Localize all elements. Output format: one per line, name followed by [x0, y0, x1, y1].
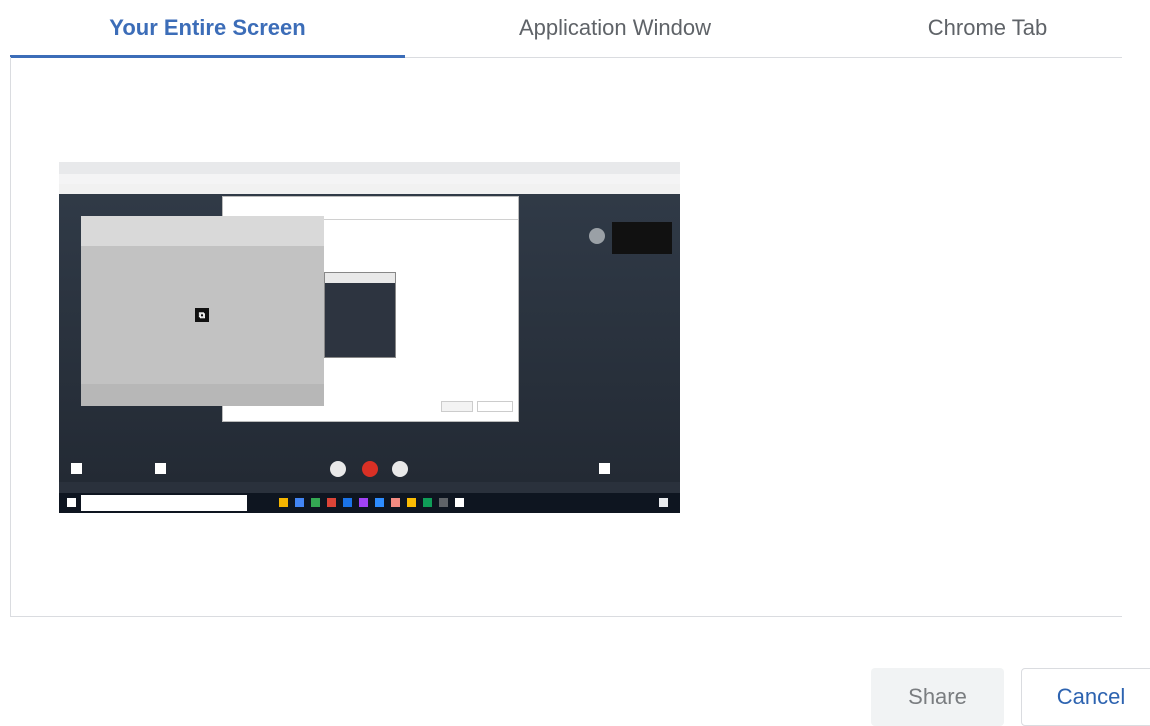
share-button[interactable]: Share — [871, 668, 1004, 726]
thumbnail-share-button — [441, 401, 473, 412]
thumbnail-taskbar-icon — [327, 498, 336, 507]
thumbnail-notification-icon — [659, 498, 668, 507]
thumbnail-taskbar — [59, 493, 680, 513]
thumbnail-camera-icon — [392, 461, 408, 477]
thumbnail-taskbar-icon — [439, 498, 448, 507]
thumbnail-start-icon — [67, 498, 76, 507]
thumbnail-nested-topbar — [325, 273, 395, 283]
thumbnail-ctrl-icon — [599, 463, 610, 474]
thumbnail-taskbar-icon — [375, 498, 384, 507]
thumbnail-taskbar-icon — [343, 498, 352, 507]
thumbnail-whiteboard-bottombar — [81, 384, 324, 406]
thumbnail-taskbar-icon — [391, 498, 400, 507]
tab-application-window[interactable]: Application Window — [420, 0, 810, 56]
cancel-button[interactable]: Cancel — [1021, 668, 1150, 726]
thumbnail-cancel-button — [477, 401, 513, 412]
thumbnail-taskbar-icon — [455, 498, 464, 507]
source-tabs: Your Entire Screen Application Window Ch… — [10, 0, 1122, 58]
thumbnail-taskbar-icon — [311, 498, 320, 507]
thumbnail-avatar — [589, 228, 605, 244]
thumbnail-browser-tabbar — [59, 162, 680, 174]
thumbnail-video-tile — [612, 222, 672, 254]
entire-screen-thumbnail[interactable]: ⧉ — [59, 162, 680, 513]
thumbnail-nested-preview — [324, 272, 396, 358]
thumbnail-center-icon: ⧉ — [195, 308, 209, 322]
thumbnail-hangup-icon — [362, 461, 378, 477]
thumbnail-taskbar-icon — [407, 498, 416, 507]
thumbnail-whiteboard-toolbar — [81, 216, 324, 246]
thumbnail-ctrl-icon — [155, 463, 166, 474]
thumbnail-taskbar-icon — [279, 498, 288, 507]
thumbnail-meeting-controls — [59, 457, 680, 487]
thumbnail-taskbar-search — [81, 495, 247, 511]
thumbnail-mic-icon — [330, 461, 346, 477]
thumbnail-taskbar-icon — [295, 498, 304, 507]
tab-your-entire-screen[interactable]: Your Entire Screen — [10, 0, 405, 58]
thumbnail-taskbar-icon — [359, 498, 368, 507]
thumbnail-ctrl-icon — [71, 463, 82, 474]
thumbnail-taskbar-icon — [423, 498, 432, 507]
tab-chrome-tab[interactable]: Chrome Tab — [810, 0, 1150, 56]
thumbnail-address-bar — [59, 174, 680, 184]
